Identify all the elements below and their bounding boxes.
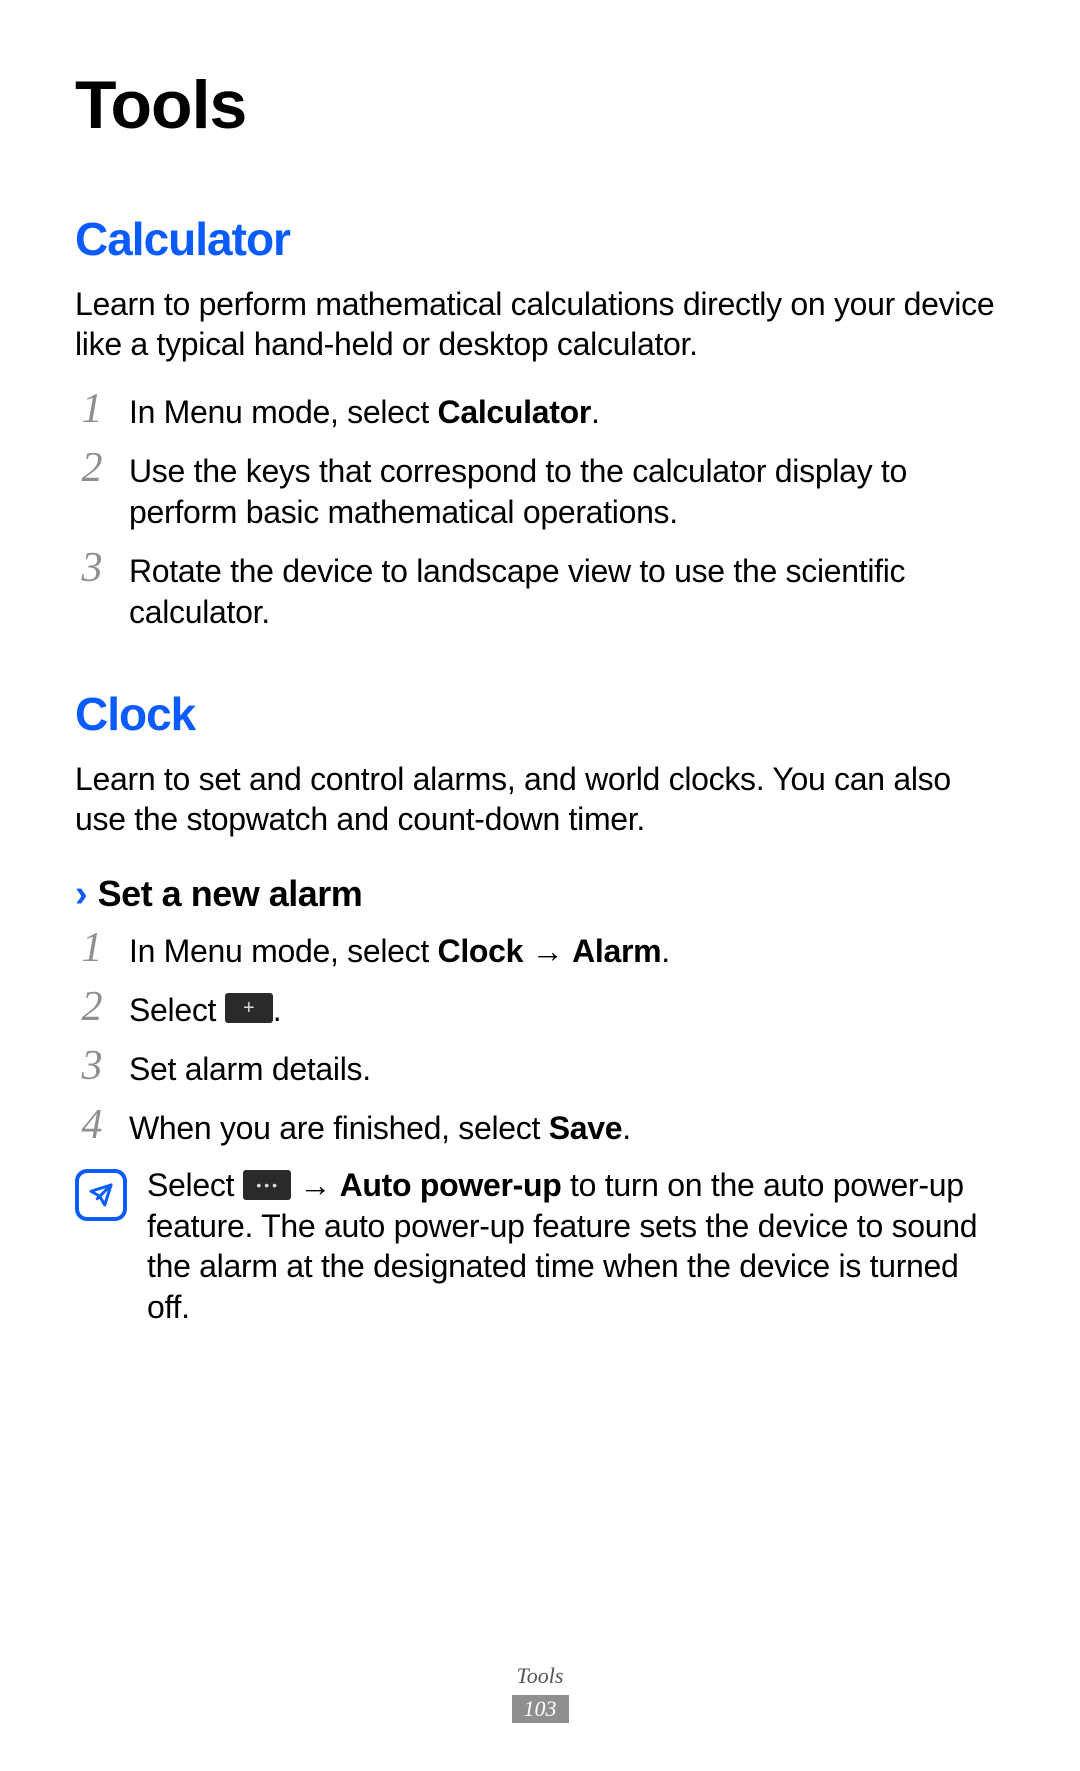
bold-text: Alarm: [572, 933, 661, 969]
step-text: When you are finished, select Save.: [129, 1106, 1005, 1149]
calculator-steps: In Menu mode, select Calculator. Use the…: [75, 390, 1005, 633]
step-text: Use the keys that correspond to the calc…: [129, 449, 1005, 533]
step-text: Set alarm details.: [129, 1047, 1005, 1090]
text: .: [622, 1110, 631, 1146]
clock-intro: Learn to set and control alarms, and wor…: [75, 759, 1005, 839]
text: In Menu mode, select: [129, 933, 438, 969]
text: .: [591, 394, 600, 430]
note: Select ••• → Auto power-up to turn on th…: [75, 1165, 1005, 1329]
step-text: In Menu mode, select Calculator.: [129, 390, 1005, 433]
clock-steps: In Menu mode, select Clock → Alarm. Sele…: [75, 929, 1005, 1149]
step-item: Use the keys that correspond to the calc…: [75, 449, 1005, 533]
section-heading-calculator: Calculator: [75, 212, 1005, 266]
bold-text: Calculator: [438, 394, 592, 430]
chapter-title: Tools: [75, 66, 1005, 144]
sub-heading-set-alarm: › Set a new alarm: [75, 873, 1005, 915]
more-icon: •••: [243, 1170, 291, 1200]
plus-icon: +: [225, 993, 273, 1023]
text: .: [661, 933, 670, 969]
step-item: In Menu mode, select Calculator.: [75, 390, 1005, 433]
bold-text: Clock: [438, 933, 524, 969]
step-text: Rotate the device to landscape view to u…: [129, 549, 1005, 633]
text: .: [273, 990, 282, 1031]
note-text: Select ••• → Auto power-up to turn on th…: [147, 1165, 1005, 1329]
step-text: Select + .: [129, 988, 1005, 1031]
step-item: When you are finished, select Save.: [75, 1106, 1005, 1149]
section-heading-clock: Clock: [75, 687, 1005, 741]
note-icon: [75, 1169, 127, 1221]
page-footer: Tools 103: [0, 1663, 1080, 1723]
text: In Menu mode, select: [129, 394, 438, 430]
step-text: In Menu mode, select Clock → Alarm.: [129, 929, 1005, 972]
text: Select: [147, 1167, 243, 1203]
footer-section-label: Tools: [0, 1663, 1080, 1689]
step-item: In Menu mode, select Clock → Alarm.: [75, 929, 1005, 972]
step-item: Set alarm details.: [75, 1047, 1005, 1090]
bold-text: Auto power-up: [340, 1167, 562, 1203]
bold-text: Save: [549, 1110, 623, 1146]
step-item: Select + .: [75, 988, 1005, 1031]
calculator-intro: Learn to perform mathematical calculatio…: [75, 284, 1005, 364]
chevron-right-icon: ›: [75, 875, 88, 913]
text: Select: [129, 990, 225, 1031]
page-number: 103: [512, 1695, 569, 1723]
arrow-text: →: [523, 933, 572, 969]
step-item: Rotate the device to landscape view to u…: [75, 549, 1005, 633]
sub-heading-text: Set a new alarm: [98, 873, 363, 915]
arrow-text: →: [291, 1167, 340, 1203]
text: When you are finished, select: [129, 1110, 549, 1146]
